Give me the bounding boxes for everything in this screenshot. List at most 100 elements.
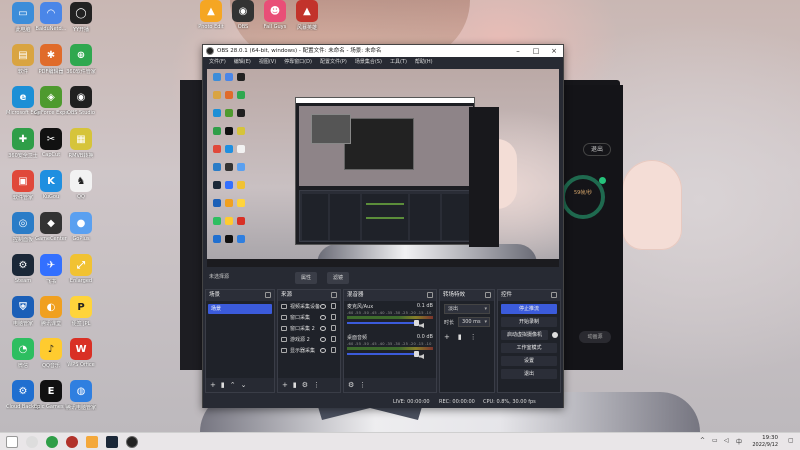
gear-icon[interactable]: ⚙ [348, 378, 354, 392]
start-recording-button[interactable]: 开始录制 [501, 317, 557, 327]
windows-start-icon[interactable] [6, 436, 18, 448]
eye-icon[interactable] [320, 326, 326, 331]
obs-preview[interactable] [207, 69, 559, 267]
minimize-icon[interactable]: – [509, 45, 527, 57]
pdf-taskbar-icon[interactable] [86, 436, 98, 448]
desktop-icon[interactable]: ⊕ 360软件管家 [64, 44, 98, 84]
trash-icon[interactable]: ▮ [221, 378, 225, 392]
desktop-icon[interactable]: ♪ QQ音乐 [34, 338, 68, 378]
settings-button[interactable]: 设置 [501, 356, 557, 366]
move-down-icon[interactable]: ⌄ [241, 378, 247, 392]
obs-window[interactable]: OBS 28.0.1 (64-bit, windows) - 配置文件: 未命名… [202, 44, 564, 408]
trash-icon[interactable]: ▮ [458, 333, 462, 341]
lock-icon[interactable] [331, 303, 336, 309]
desktop-icon[interactable]: ▲ 风暴英雄 [290, 0, 324, 40]
desktop-icon[interactable]: ◍ 腾讯电脑管家 [64, 380, 98, 420]
lock-icon[interactable] [331, 314, 336, 320]
desktop-icon[interactable]: P 便签 JPL [64, 296, 98, 336]
menu-item[interactable]: 场景集合(S) [351, 57, 386, 67]
filters-button[interactable]: 滤镜 [327, 272, 350, 284]
dock-float-icon[interactable] [485, 292, 491, 298]
speaker-icon[interactable] [419, 323, 424, 328]
eye-icon[interactable] [320, 315, 326, 320]
menu-item[interactable]: 视图(V) [255, 57, 280, 67]
dock-float-icon[interactable] [427, 292, 433, 298]
add-icon[interactable]: + [282, 378, 288, 392]
desktop-icon[interactable]: ⤢ Enlarged [64, 254, 98, 294]
more-icon[interactable]: ⋮ [470, 333, 477, 341]
desktop-icon[interactable]: ◯ YY开播 [64, 2, 98, 42]
source-item[interactable]: 视频采集设备 [278, 301, 340, 312]
lock-icon[interactable] [331, 347, 336, 353]
desktop-icon[interactable]: ✂ CapCut [34, 128, 68, 168]
notification-icon[interactable]: ▢ [788, 437, 794, 444]
menu-item[interactable]: 配置文件(P) [316, 57, 351, 67]
lock-icon[interactable] [331, 325, 336, 331]
more-icon[interactable]: ⋮ [359, 378, 366, 392]
stop-streaming-button[interactable]: 停止推流 [501, 304, 557, 314]
virtual-camera-gear-icon[interactable] [552, 332, 558, 338]
exit-button[interactable]: 退出 [501, 369, 557, 379]
desktop-icon[interactable]: ✱ PDF编辑器 [34, 44, 68, 84]
desktop-icon[interactable]: ◆ GameCenter [34, 212, 68, 252]
app-taskbar-icon[interactable] [66, 436, 78, 448]
close-icon[interactable]: × [545, 45, 563, 57]
dock-float-icon[interactable] [551, 292, 557, 298]
volume-icon[interactable]: ◁ [724, 437, 729, 444]
eye-icon[interactable] [320, 304, 326, 309]
properties-button[interactable]: 属性 [295, 272, 318, 284]
taskbar-clock[interactable]: 19:30 2022/9/12 [752, 434, 778, 449]
add-icon[interactable]: + [444, 333, 450, 341]
eye-icon[interactable] [320, 337, 326, 342]
network-icon[interactable]: ▭ [712, 437, 718, 444]
desktop-icon[interactable]: W WPS Office [64, 338, 98, 378]
source-item[interactable]: 显示器采集 [278, 345, 340, 356]
menu-item[interactable]: 停靠窗口(D) [280, 57, 316, 67]
desktop-icon[interactable]: ◠ BaiduNetd... [34, 2, 68, 42]
volume-slider[interactable] [347, 351, 419, 357]
trash-icon[interactable]: ▮ [293, 378, 297, 392]
bg-exit-button[interactable]: 退出 [583, 143, 611, 156]
desktop-icon[interactable]: ◐ 腾讯课堂 [34, 296, 68, 336]
desktop-icon[interactable]: ● GoPlus [64, 212, 98, 252]
desktop-icon[interactable]: ☻ Fall Guys [258, 0, 292, 40]
desktop-icon[interactable]: ✈ 飞书 [34, 254, 68, 294]
obs-titlebar[interactable]: OBS 28.0.1 (64-bit, windows) - 配置文件: 未命名… [203, 45, 563, 57]
desktop-icon[interactable]: ♞ QQ [64, 170, 98, 210]
bg-anim-button[interactable]: 动画源 [579, 331, 611, 343]
dock-float-icon[interactable] [265, 292, 271, 298]
speaker-icon[interactable] [419, 354, 424, 359]
move-up-icon[interactable]: ⌃ [230, 378, 236, 392]
source-item[interactable]: 窗口采集 [278, 312, 340, 323]
dock-float-icon[interactable] [331, 292, 337, 298]
scene-item[interactable]: 场景 [208, 304, 272, 314]
desktop-icon[interactable]: ▦ RMVB转换 [64, 128, 98, 168]
obs-taskbar-icon[interactable] [126, 436, 138, 448]
menu-item[interactable]: 文件(F) [205, 57, 230, 67]
steam-taskbar-icon[interactable] [106, 436, 118, 448]
add-icon[interactable]: + [210, 378, 216, 392]
duration-input[interactable]: 300 ms [458, 317, 490, 327]
transition-select[interactable]: 淡出 [444, 304, 490, 314]
desktop-icon[interactable]: ▲ Photo Edit [194, 0, 228, 40]
gear-icon[interactable]: ⚙ [302, 378, 308, 392]
desktop-icon[interactable]: K KuGou [34, 170, 68, 210]
search-icon[interactable] [26, 436, 38, 448]
ime-icon[interactable]: 中 [736, 437, 742, 446]
more-icon[interactable]: ⋮ [313, 378, 320, 392]
studio-mode-button[interactable]: 工作室模式 [501, 343, 557, 353]
source-item[interactable]: 游戏源 2 [278, 334, 340, 345]
desktop-icon[interactable]: ◉ OBS Studio [64, 86, 98, 126]
desktop-icon[interactable]: ◉ OBS [226, 0, 260, 40]
volume-slider[interactable] [347, 320, 419, 326]
menu-item[interactable]: 编辑(E) [230, 57, 255, 67]
maximize-icon[interactable]: □ [527, 45, 545, 57]
start-virtual-camera-button[interactable]: 启动虚拟摄像机 [501, 330, 558, 340]
source-item[interactable]: 窗口采集 2 [278, 323, 340, 334]
desktop-icon[interactable]: E Epic Games Launcher [34, 380, 68, 420]
menu-item[interactable]: 工具(T) [386, 57, 411, 67]
desktop-icon[interactable]: ◈ GeForce Experience [34, 86, 68, 126]
lock-icon[interactable] [331, 336, 336, 342]
menu-item[interactable]: 帮助(H) [411, 57, 437, 67]
360-browser-taskbar-icon[interactable] [46, 436, 58, 448]
